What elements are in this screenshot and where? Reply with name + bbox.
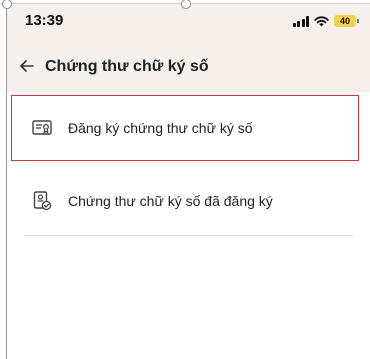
registered-certificate-icon <box>33 191 52 211</box>
wifi-icon <box>314 15 329 26</box>
back-arrow-icon[interactable] <box>18 57 36 75</box>
cellular-signal-icon <box>292 15 309 27</box>
menu-item-registered-certificates[interactable]: Chứng thư chữ ký số đã đăng ký <box>12 181 358 221</box>
frame-border-left <box>6 0 7 359</box>
screen: 13:39 40 Chứng thư chữ ký số Đăng ký chứ… <box>0 0 370 359</box>
page-title: Chứng thư chữ ký số <box>45 58 209 75</box>
status-time: 13:39 <box>25 12 64 29</box>
divider <box>24 235 353 236</box>
menu-item-label: Đăng ký chứng thư chữ ký số <box>68 120 253 136</box>
certificate-icon <box>32 120 52 135</box>
status-icons: 40 <box>292 15 359 27</box>
menu-item-label: Chứng thư chữ ký số đã đăng ký <box>68 193 273 209</box>
battery-icon: 40 <box>334 15 359 27</box>
battery-level: 40 <box>339 16 350 26</box>
menu-item-register-certificate[interactable]: Đăng ký chứng thư chữ ký số <box>11 95 359 161</box>
